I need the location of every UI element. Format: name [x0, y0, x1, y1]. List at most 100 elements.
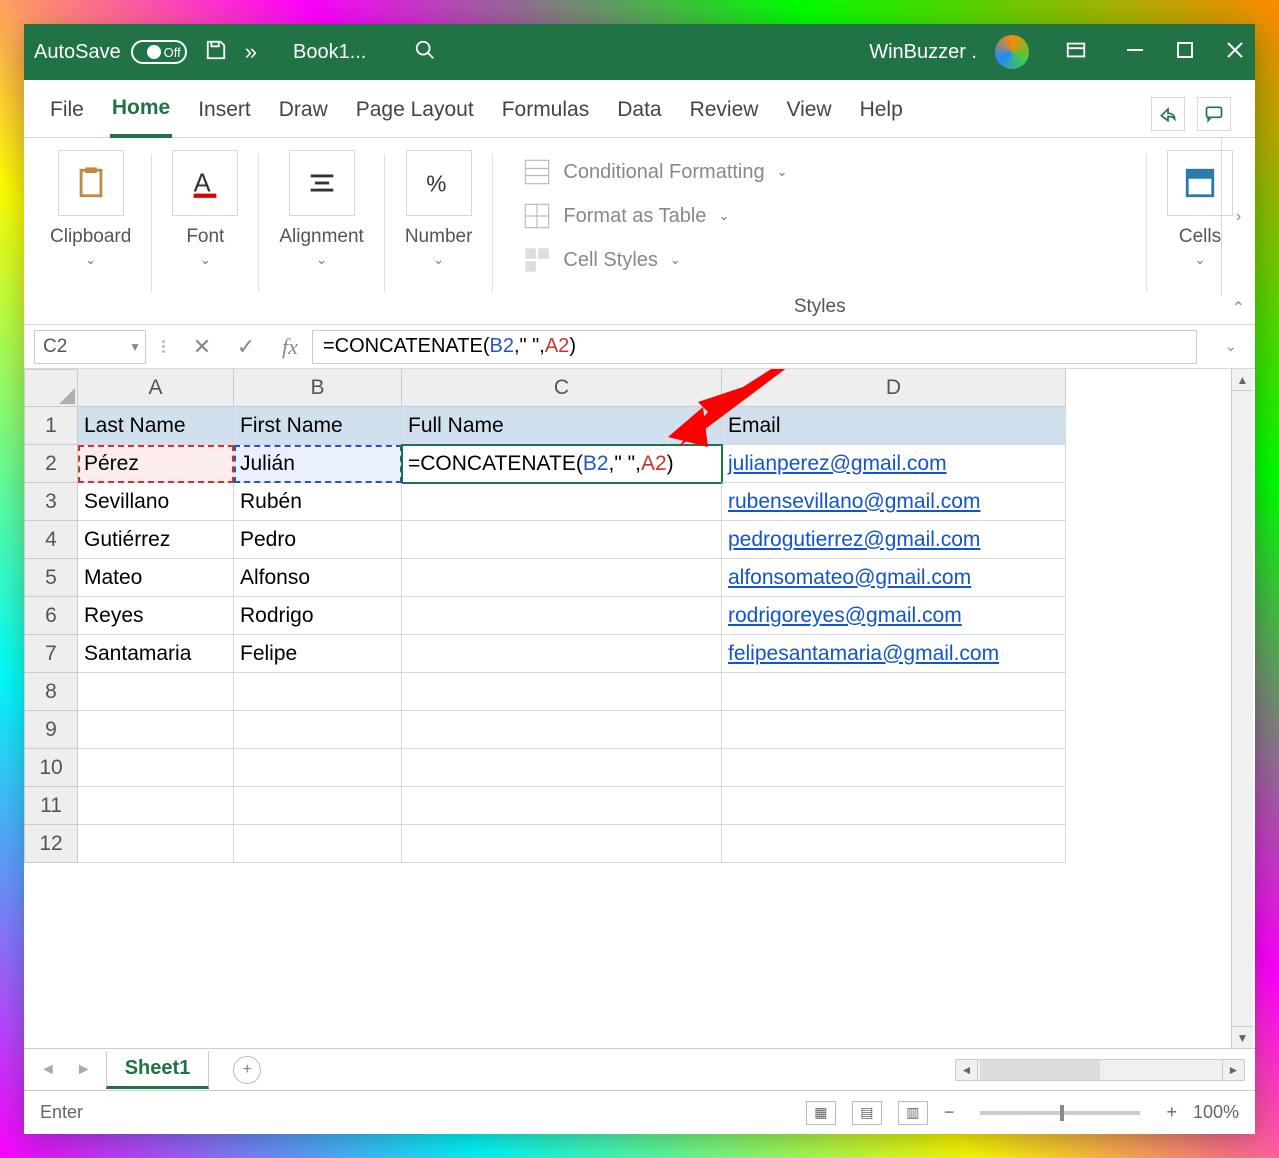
cell[interactable]	[78, 749, 234, 787]
cell[interactable]: julianperez@gmail.com	[722, 445, 1066, 483]
ribbon-more-button[interactable]: ›	[1221, 138, 1255, 296]
cell[interactable]	[402, 787, 722, 825]
chevron-down-icon[interactable]: ⌄	[433, 252, 444, 268]
resize-handle[interactable]	[156, 340, 170, 353]
avatar[interactable]	[995, 35, 1029, 69]
sheet-nav-next-icon[interactable]: ►	[70, 1061, 98, 1079]
cell[interactable]	[402, 749, 722, 787]
cell[interactable]: Santamaria	[78, 635, 234, 673]
cell[interactable]	[722, 825, 1066, 863]
row-header[interactable]: 10	[24, 749, 78, 787]
zoom-out-button[interactable]: −	[944, 1102, 955, 1123]
cell[interactable]	[402, 559, 722, 597]
cell[interactable]	[78, 673, 234, 711]
cell[interactable]: Email	[722, 407, 1066, 445]
tab-help[interactable]: Help	[858, 92, 905, 136]
horizontal-scrollbar[interactable]: ◄►	[269, 1059, 1245, 1081]
maximize-button[interactable]	[1175, 40, 1195, 65]
name-box[interactable]: C2 ▼	[34, 330, 146, 364]
col-header-b[interactable]: B	[234, 369, 402, 407]
tab-file[interactable]: File	[48, 92, 86, 136]
comments-button[interactable]	[1197, 97, 1231, 131]
formula-input[interactable]: =CONCATENATE(B2," ",A2)	[312, 330, 1197, 364]
cell[interactable]	[402, 635, 722, 673]
cell[interactable]	[234, 825, 402, 863]
col-header-a[interactable]: A	[78, 369, 234, 407]
cell[interactable]	[234, 673, 402, 711]
expand-formula-bar-icon[interactable]: ⌄	[1225, 338, 1249, 355]
cell[interactable]	[722, 673, 1066, 711]
cell[interactable]: Rodrigo	[234, 597, 402, 635]
sheet-tab-active[interactable]: Sheet1	[106, 1051, 210, 1089]
close-button[interactable]	[1225, 40, 1245, 65]
row-header[interactable]: 12	[24, 825, 78, 863]
sheet-nav-prev-icon[interactable]: ◄	[34, 1061, 62, 1079]
tab-page-layout[interactable]: Page Layout	[354, 92, 476, 136]
cell[interactable]	[722, 749, 1066, 787]
row-header[interactable]: 8	[24, 673, 78, 711]
cell[interactable]: pedrogutierrez@gmail.com	[722, 521, 1066, 559]
tab-formulas[interactable]: Formulas	[500, 92, 592, 136]
chevron-down-icon[interactable]: ▼	[129, 340, 141, 354]
insert-function-button[interactable]: fx	[268, 334, 312, 360]
row-header[interactable]: 3	[24, 483, 78, 521]
tab-view[interactable]: View	[784, 92, 833, 136]
tab-insert[interactable]: Insert	[196, 92, 253, 136]
accept-formula-button[interactable]: ✓	[224, 334, 268, 360]
cell[interactable]: Mateo	[78, 559, 234, 597]
cell-a2[interactable]: Pérez	[78, 445, 234, 483]
minimize-button[interactable]	[1125, 40, 1145, 65]
cell-styles-button[interactable]: Cell Styles ⌄	[523, 246, 1116, 274]
cell[interactable]	[402, 521, 722, 559]
cell[interactable]	[234, 787, 402, 825]
row-header[interactable]: 5	[24, 559, 78, 597]
cell[interactable]: Gutiérrez	[78, 521, 234, 559]
row-header[interactable]: 4	[24, 521, 78, 559]
cell[interactable]	[234, 749, 402, 787]
cell[interactable]: Reyes	[78, 597, 234, 635]
cell[interactable]: First Name	[234, 407, 402, 445]
cell[interactable]	[78, 787, 234, 825]
ribbon-display-icon[interactable]	[1065, 39, 1087, 66]
search-icon[interactable]	[414, 39, 436, 66]
chevron-down-icon[interactable]: ⌄	[85, 252, 96, 268]
cell[interactable]	[402, 673, 722, 711]
cell[interactable]: felipesantamaria@gmail.com	[722, 635, 1066, 673]
zoom-level[interactable]: 100%	[1193, 1102, 1239, 1123]
save-icon[interactable]	[205, 39, 227, 66]
col-header-d[interactable]: D	[722, 369, 1066, 407]
user-name[interactable]: WinBuzzer .	[869, 41, 977, 64]
cell[interactable]	[722, 711, 1066, 749]
more-icon[interactable]: »	[245, 39, 257, 65]
cell[interactable]	[722, 787, 1066, 825]
row-header[interactable]: 6	[24, 597, 78, 635]
tab-draw[interactable]: Draw	[277, 92, 330, 136]
font-button[interactable]: A	[172, 150, 238, 216]
autosave-toggle[interactable]: Off	[131, 40, 187, 64]
cell-c2-active[interactable]: =CONCATENATE(B2," ",A2)	[402, 445, 722, 483]
chevron-down-icon[interactable]: ⌄	[200, 252, 211, 268]
page-layout-view-button[interactable]: ▤	[852, 1101, 882, 1125]
select-all-corner[interactable]	[24, 369, 78, 407]
row-header[interactable]: 7	[24, 635, 78, 673]
scroll-down-icon[interactable]: ▼	[1232, 1026, 1253, 1048]
cell-b2[interactable]: Julián	[234, 445, 402, 483]
cell[interactable]: Last Name	[78, 407, 234, 445]
chevron-down-icon[interactable]: ⌄	[1195, 252, 1206, 268]
alignment-button[interactable]	[289, 150, 355, 216]
cell[interactable]: rodrigoreyes@gmail.com	[722, 597, 1066, 635]
zoom-in-button[interactable]: +	[1166, 1102, 1177, 1123]
tab-data[interactable]: Data	[615, 92, 663, 136]
cell[interactable]: Rubén	[234, 483, 402, 521]
conditional-formatting-button[interactable]: Conditional Formatting ⌄	[523, 158, 1116, 186]
cell[interactable]: Sevillano	[78, 483, 234, 521]
row-header[interactable]: 11	[24, 787, 78, 825]
col-header-c[interactable]: C	[402, 369, 722, 407]
number-button[interactable]: %	[406, 150, 472, 216]
add-sheet-button[interactable]: +	[233, 1056, 261, 1084]
grid[interactable]: A B C D 1 Last Name First Name Full Name…	[24, 369, 1255, 863]
share-button[interactable]	[1151, 97, 1185, 131]
zoom-slider[interactable]	[980, 1111, 1140, 1115]
row-header[interactable]: 2	[24, 445, 78, 483]
scroll-up-icon[interactable]: ▲	[1232, 369, 1253, 391]
